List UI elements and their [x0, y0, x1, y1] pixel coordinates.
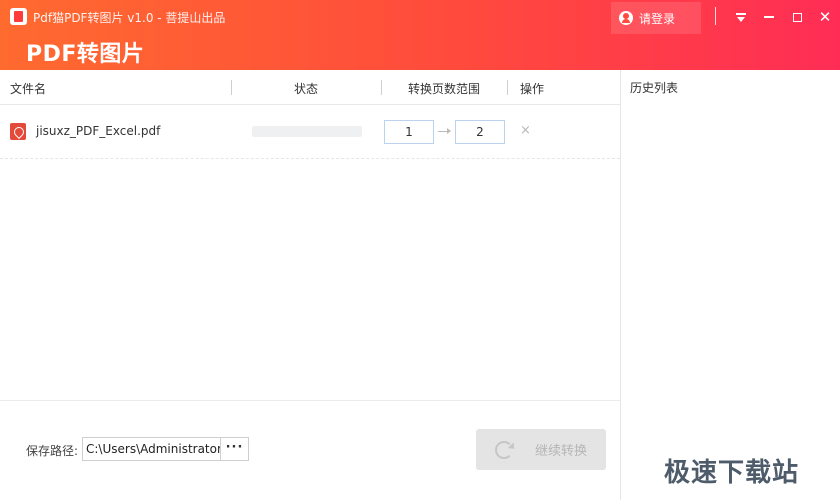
continue-convert-button[interactable]: 继续转换	[476, 429, 606, 470]
history-title: 历史列表	[630, 81, 679, 95]
maximize-icon	[792, 12, 802, 22]
app-logo-icon	[10, 8, 27, 25]
table-header: 文件名 状态 转换页数范围 操作	[0, 70, 620, 105]
column-divider[interactable]	[381, 80, 382, 95]
minimize-button[interactable]	[758, 6, 780, 28]
close-button[interactable]: ✕	[814, 6, 836, 28]
menu-button[interactable]	[730, 6, 752, 28]
user-icon	[619, 11, 633, 25]
browse-button[interactable]: ···	[220, 437, 249, 461]
pdf-file-icon	[10, 123, 26, 140]
continue-convert-label: 继续转换	[534, 444, 587, 459]
page-from-input[interactable]: 1	[384, 120, 434, 144]
page-to-input[interactable]: 2	[455, 120, 505, 144]
footer-divider	[0, 400, 620, 401]
menu-icon	[736, 12, 746, 22]
header-page-range[interactable]: 转换页数范围	[408, 80, 480, 97]
history-panel: 历史列表	[620, 70, 840, 500]
header-file-name[interactable]: 文件名	[10, 80, 46, 97]
close-icon: ✕	[818, 7, 832, 26]
app-title: PDF转图片	[26, 42, 145, 67]
column-divider[interactable]	[507, 80, 508, 95]
window-title: Pdf猫PDF转图片 v1.0 - 菩提山出品	[33, 11, 226, 25]
remove-icon[interactable]: ×	[520, 123, 531, 138]
column-divider[interactable]	[231, 80, 232, 95]
table-row[interactable]: jisuxz_PDF_Excel.pdf 1 2 ×	[0, 106, 620, 159]
title-bar: Pdf猫PDF转图片 v1.0 - 菩提山出品 PDF转图片 请登录 ✕	[0, 0, 840, 70]
arrow-right-icon	[438, 128, 451, 134]
site-watermark: 极速下载站	[664, 458, 800, 488]
minimize-icon	[764, 16, 774, 18]
file-name: jisuxz_PDF_Excel.pdf	[36, 124, 161, 138]
conversion-progress-bar	[252, 126, 362, 137]
title-bar-divider	[715, 7, 716, 25]
header-status[interactable]: 状态	[294, 80, 318, 97]
login-button[interactable]: 请登录	[611, 2, 701, 34]
login-label: 请登录	[639, 11, 676, 26]
save-path-label: 保存路径:	[26, 444, 79, 458]
file-list-panel: 文件名 状态 转换页数范围 操作 jisuxz_PDF_Excel.pdf 1 …	[0, 70, 620, 500]
header-action[interactable]: 操作	[520, 80, 544, 97]
save-path-input[interactable]: C:\Users\Administrator	[82, 437, 221, 461]
refresh-icon	[494, 440, 513, 459]
maximize-button[interactable]	[786, 6, 808, 28]
